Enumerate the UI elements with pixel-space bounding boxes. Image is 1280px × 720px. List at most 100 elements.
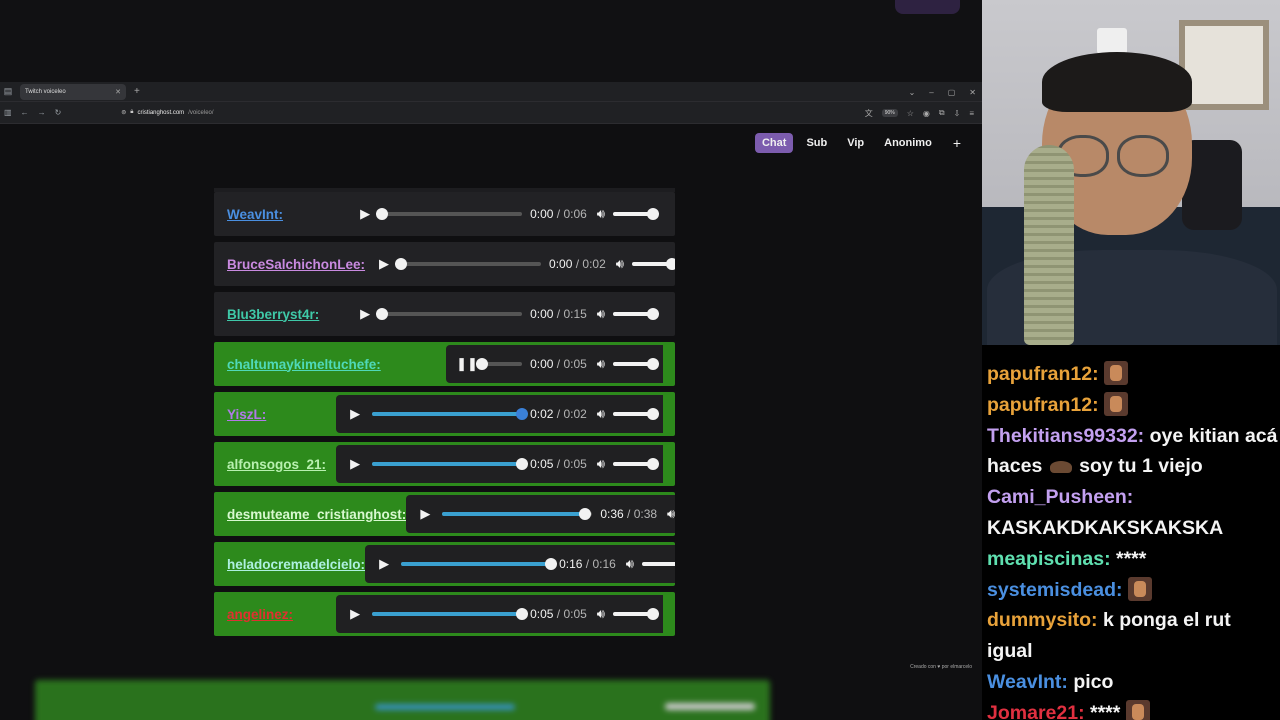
seek-bar[interactable] [372, 608, 529, 620]
volume-slider[interactable] [613, 608, 659, 620]
chat-message: papufran12: [987, 390, 1280, 421]
chat-username[interactable]: meapiscinas: [987, 548, 1111, 570]
volume-slider[interactable] [631, 258, 675, 270]
extension-icon[interactable]: ◉ [923, 109, 930, 118]
volume-knob[interactable] [647, 458, 659, 470]
volume-icon[interactable]: 🔊︎ [597, 206, 605, 222]
volume-slider[interactable] [613, 308, 659, 320]
seek-knob[interactable] [376, 208, 389, 220]
volume-icon[interactable]: 🔊︎ [667, 506, 675, 522]
seek-knob[interactable] [545, 558, 558, 570]
seek-bar[interactable] [476, 358, 523, 370]
play-icon[interactable]: ▶ [416, 506, 434, 522]
volume-slider[interactable] [613, 358, 659, 370]
volume-icon[interactable]: 🔊︎ [597, 606, 605, 622]
play-icon[interactable]: ▶ [375, 256, 393, 272]
chat-text: **** [1115, 547, 1147, 570]
seek-knob[interactable] [516, 408, 529, 420]
username-link[interactable]: desmuteame_cristianghost: [227, 507, 406, 522]
seek-bar[interactable] [442, 508, 593, 520]
chat-username[interactable]: Jomare21: [987, 702, 1085, 720]
seek-bar[interactable] [372, 458, 529, 470]
tab-chat[interactable]: Chat [754, 133, 794, 153]
volume-icon[interactable]: 🔊︎ [597, 406, 605, 422]
seek-knob[interactable] [395, 258, 408, 270]
username-link[interactable]: YiszL: [227, 407, 266, 422]
seek-knob[interactable] [578, 508, 591, 520]
bookmark-star-icon[interactable]: ☆ [907, 109, 914, 118]
username-link[interactable]: heladocremadelcielo: [227, 557, 365, 572]
play-icon[interactable]: ▶ [375, 556, 393, 572]
audio-message-list: WeavInt: ▶ 0:00 / 0:06 🔊︎ BruceSalchichonLee… [214, 188, 675, 676]
username-link[interactable]: chaltumaykimeltuchefe: [227, 357, 381, 372]
tab-close-icon[interactable]: ✕ [115, 88, 121, 96]
volume-slider[interactable] [613, 458, 659, 470]
volume-knob[interactable] [647, 408, 659, 420]
play-icon[interactable]: ▶ [346, 406, 364, 422]
seek-bar[interactable] [376, 308, 523, 320]
volume-slider[interactable] [642, 562, 675, 566]
username-link[interactable]: angelinez: [227, 607, 293, 622]
back-icon[interactable]: ← [21, 108, 29, 117]
play-icon[interactable]: ▶ [356, 206, 374, 222]
username-link[interactable]: WeavInt: [227, 207, 283, 222]
seek-bar[interactable] [372, 408, 529, 420]
volume-icon[interactable]: 🔊︎ [597, 356, 605, 372]
chat-username[interactable]: papufran12: [987, 363, 1099, 385]
chat-username[interactable]: systemisdead: [987, 579, 1122, 601]
volume-knob[interactable] [647, 608, 659, 620]
volume-icon[interactable]: 🔊︎ [597, 456, 605, 472]
tab-list-icon[interactable]: ▤ [0, 82, 16, 102]
seek-knob[interactable] [516, 608, 529, 620]
volume-slider[interactable] [613, 208, 659, 220]
seek-bar[interactable] [401, 558, 558, 570]
sidebar-icon[interactable]: ▥ [4, 108, 12, 117]
tab-search-icon[interactable]: ⌄ [909, 88, 916, 97]
extensions-puzzle-icon[interactable]: ⧉ [939, 108, 945, 118]
seek-bar[interactable] [376, 208, 523, 220]
tab-sub[interactable]: Sub [799, 133, 834, 153]
tab-anonimo[interactable]: Anonimo [877, 133, 939, 153]
volume-knob[interactable] [647, 358, 659, 370]
play-icon[interactable]: ▶ [346, 606, 364, 622]
play-icon[interactable]: ▶ [346, 456, 364, 472]
downloads-icon[interactable]: ⇩ [954, 109, 961, 118]
time-separator: / [553, 457, 564, 471]
volume-knob[interactable] [665, 258, 675, 270]
volume-knob[interactable] [647, 208, 659, 220]
chat-username[interactable]: papufran12: [987, 394, 1099, 416]
menu-icon[interactable]: ≡ [969, 109, 974, 118]
url-field[interactable]: ⊜ 🔒︎ cristianghost.com/voiceleo/ [121, 109, 213, 116]
new-tab-icon[interactable]: + [134, 86, 140, 97]
maximize-icon[interactable]: ▢ [948, 88, 956, 97]
close-window-icon[interactable]: ✕ [969, 88, 976, 97]
translate-icon[interactable]: 文 [865, 108, 873, 119]
pause-icon[interactable]: ❚❚ [456, 356, 478, 372]
chat-username[interactable]: Thekitians99332: [987, 425, 1144, 447]
zoom-badge[interactable]: 90% [881, 109, 898, 117]
volume-slider[interactable] [613, 408, 659, 420]
seek-knob[interactable] [516, 458, 529, 470]
chat-username[interactable]: Cami_Pusheen: [987, 486, 1133, 508]
add-tab-button[interactable]: + [945, 135, 969, 151]
hero-emote-icon [1104, 361, 1129, 385]
seek-knob[interactable] [376, 308, 389, 320]
volume-icon[interactable]: 🔊︎ [597, 306, 605, 322]
browser-tab[interactable]: Twitch voiceleo ✕ [20, 83, 126, 100]
volume-icon[interactable]: 🔊︎ [626, 556, 634, 572]
seek-knob[interactable] [476, 358, 489, 370]
site-info-icon[interactable]: ⊜ [121, 109, 126, 116]
reload-icon[interactable]: ↻ [55, 108, 62, 117]
chat-username[interactable]: dummysito: [987, 609, 1098, 631]
volume-icon[interactable]: 🔊︎ [616, 256, 624, 272]
forward-icon[interactable]: → [38, 108, 46, 117]
volume-knob[interactable] [647, 308, 659, 320]
username-link[interactable]: alfonsogos_21: [227, 457, 326, 472]
tab-vip[interactable]: Vip [840, 133, 871, 153]
username-link[interactable]: BruceSalchichonLee: [227, 257, 365, 272]
seek-bar[interactable] [395, 258, 542, 270]
chat-username[interactable]: WeavInt: [987, 671, 1068, 693]
play-icon[interactable]: ▶ [356, 306, 374, 322]
minimize-icon[interactable]: – [929, 88, 933, 97]
username-link[interactable]: Blu3berryst4r: [227, 307, 319, 322]
